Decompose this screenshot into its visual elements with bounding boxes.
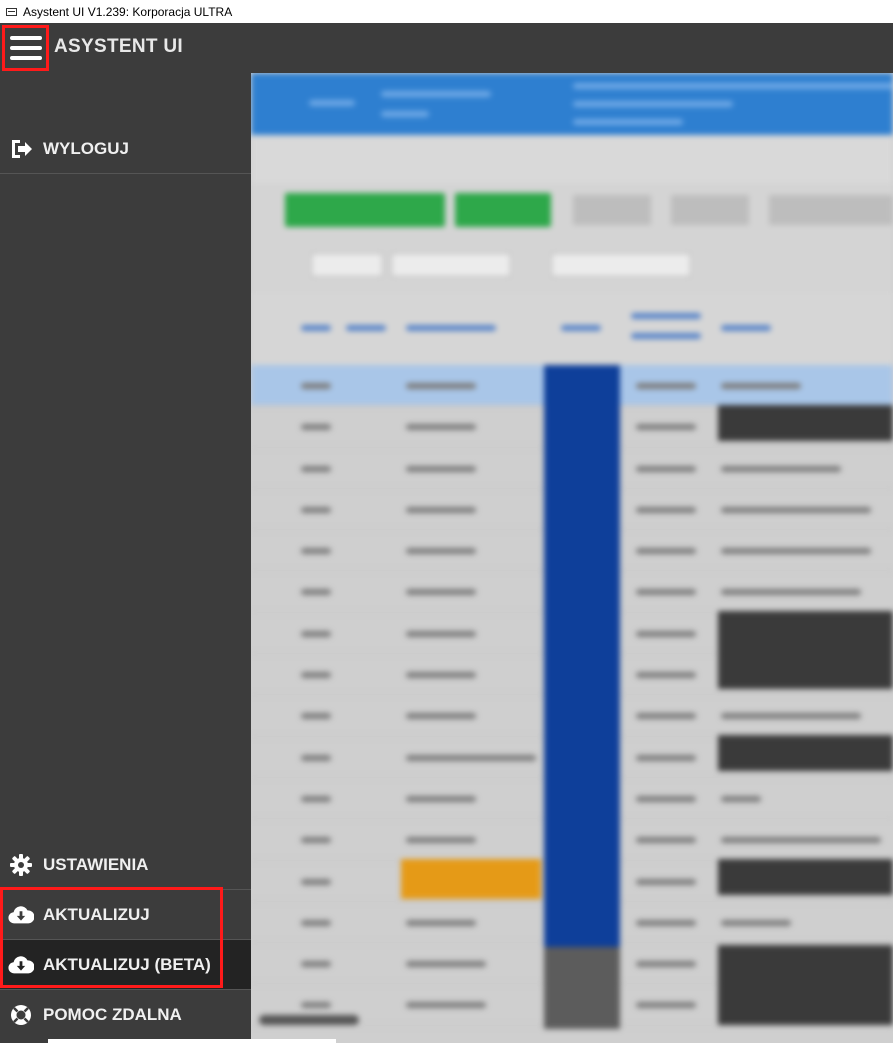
content-toolbar <box>251 135 893 183</box>
status-column <box>544 365 620 1025</box>
horizontal-scrollbar <box>259 1015 359 1025</box>
sidebar-item-label: WYLOGUJ <box>43 138 129 158</box>
app-header: ASYSTENT UI <box>0 23 893 73</box>
blur-layer <box>251 73 893 1043</box>
hamburger-icon-line <box>9 36 42 40</box>
app-icon <box>6 7 17 16</box>
app-title: ASYSTENT UI <box>54 36 183 57</box>
content-top-band <box>251 73 893 135</box>
sidebar-item-label: AKTUALIZUJ <box>43 904 150 924</box>
cloud-download-icon <box>8 903 34 927</box>
content-table-header <box>251 293 893 365</box>
hamburger-menu-button[interactable] <box>2 25 49 71</box>
sidebar-item-label: POMOC ZDALNA <box>43 1005 182 1024</box>
title-bar: Asystent UI V1.239: Korporacja ULTRA <box>0 0 893 23</box>
sidebar-item-remote-help[interactable]: POMOC ZDALNA <box>0 990 251 1040</box>
sidebar-menu: WYLOGUJ USTAWIENIA AKTUALIZUJ AKTUALIZUJ… <box>0 73 251 1043</box>
sidebar-item-update-beta[interactable]: AKTUALIZUJ (BETA) <box>0 940 251 990</box>
hamburger-icon-line <box>9 46 42 50</box>
sidebar-item-settings[interactable]: USTAWIENIA <box>0 840 251 890</box>
sidebar-item-label: AKTUALIZUJ (BETA) <box>43 954 211 974</box>
lifebuoy-icon <box>8 1003 34 1027</box>
content-button-row <box>251 183 893 238</box>
logout-icon <box>8 137 34 161</box>
content-filter-row <box>251 238 893 293</box>
app-window: Asystent UI V1.239: Korporacja ULTRA ASY… <box>0 0 893 1043</box>
bottom-edge-line <box>48 1039 336 1043</box>
sidebar-item-label: USTAWIENIA <box>43 854 149 874</box>
gear-icon <box>8 853 34 877</box>
blurred-main-content <box>251 73 893 1043</box>
window-title: Asystent UI V1.239: Korporacja ULTRA <box>23 4 233 19</box>
status-column-gray <box>544 947 620 1029</box>
cloud-download-icon <box>8 953 34 977</box>
sidebar-item-logout[interactable]: WYLOGUJ <box>0 124 251 174</box>
sidebar-item-update[interactable]: AKTUALIZUJ <box>0 890 251 940</box>
hamburger-icon-line <box>9 56 42 60</box>
highlighted-cell <box>401 859 541 899</box>
